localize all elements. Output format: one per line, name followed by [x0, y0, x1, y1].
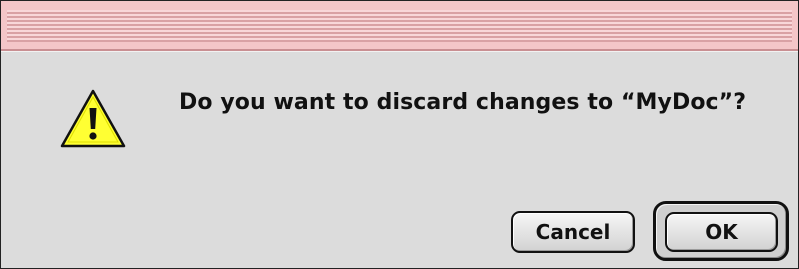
ok-button[interactable]: OK	[665, 212, 778, 252]
alert-dialog: Do you want to discard changes to “MyDoc…	[0, 0, 799, 269]
dialog-title-bar[interactable]	[1, 1, 798, 51]
title-bar-stripes	[7, 10, 792, 42]
alert-message: Do you want to discard changes to “MyDoc…	[179, 90, 747, 115]
dialog-content: Do you want to discard changes to “MyDoc…	[1, 51, 798, 268]
warning-triangle-icon	[60, 89, 126, 148]
cancel-button[interactable]: Cancel	[511, 211, 635, 253]
